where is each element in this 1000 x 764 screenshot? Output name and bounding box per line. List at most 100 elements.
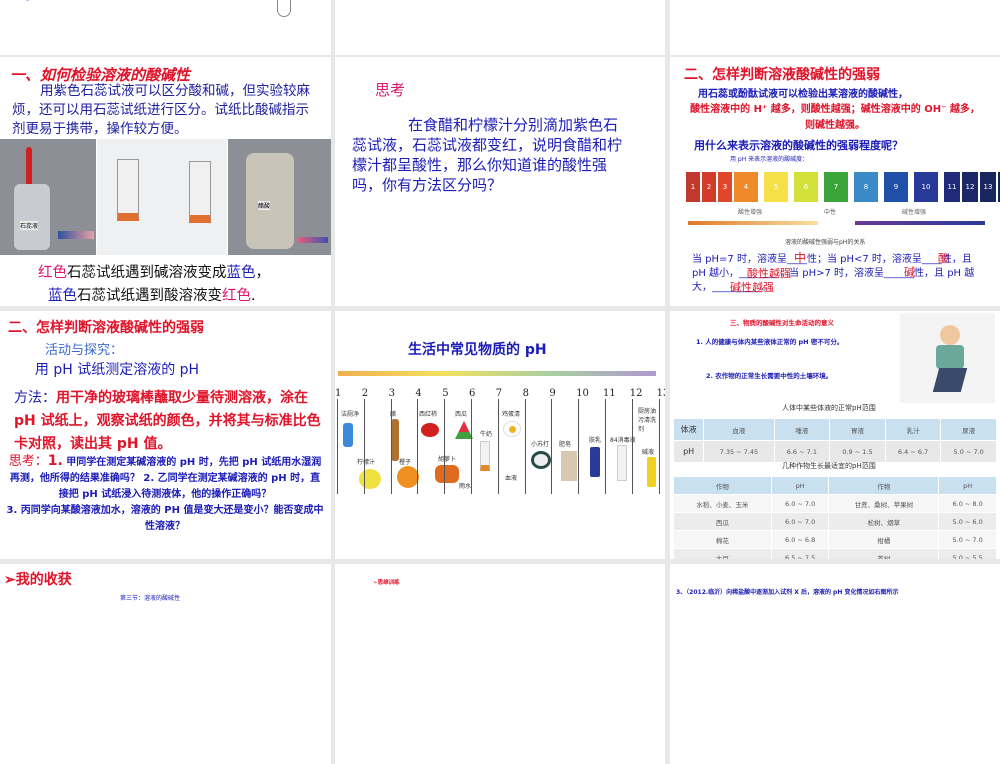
scale-tick-label: 4 [415,388,422,399]
scale-tick-line [337,399,338,494]
item-label: 厨房油污清洗剂 [638,408,657,433]
slide-thumbnail-1[interactable]: 0 [0,0,331,55]
table-cell: 尿液 [940,418,997,441]
slide-ph-life-significance[interactable]: 三、物质的酸碱性对生命活动的意义 1. 人的健康与体内某些液体正常的 pH 密不… [670,311,1000,559]
slide-title: 生活中常见物质的 pH [408,342,547,358]
table-row: 棉花 6.0 ~ 6.8 柑橘 5.0 ~ 7.0 [673,530,997,549]
table-header-row: 作物 pH 作物 pH [673,476,997,495]
item-label: 胡萝卜 [438,456,457,463]
table-cell: 体液 [672,418,705,441]
point-1: 1. 人的健康与体内某些液体正常的 pH 密不可分。 [696,338,844,346]
table-cell: 甘蔗、桑树、苹果树 [828,494,940,513]
slide-common-ph[interactable]: 生活中常见物质的 pH 洁厕净 醋 西红柿 西瓜 鸡蛋清 厨房油污清洗剂 牛奶 … [335,311,665,559]
body-fluid-ph-table: 体液 血液 唾液 胃液 乳汁 尿液 pH 7.35 ~ 7.45 6.6 ~ 7.1 0.9 ~… [672,418,997,463]
ph-color-box: 9 [884,172,908,202]
photo-label: 醋酸 [258,201,271,210]
table-cell: 胃液 [829,418,886,441]
table-cell: 作物 [673,476,772,495]
table-header-row: 体液 血液 唾液 胃液 乳汁 尿液 [672,418,997,441]
table-cell: 6.0 ~ 8.0 [938,494,997,513]
answer: 碱性越强 [730,281,774,294]
soap-icon [561,451,577,481]
scale-tick-line [658,399,660,494]
ph-color-box: 6 [794,172,818,202]
scale-tick-label: 9 [549,388,556,399]
ph-color-box: 11 [944,172,960,202]
scale-tick-line [578,399,580,494]
slide-thinking[interactable]: 思考 在食醋和柠檬汁分别滴加紫色石蕊试液，石蕊试液都变红，说明食醋和柠檬汁都呈酸… [335,57,665,306]
item-label: 鸡蛋清 [502,411,521,418]
lye-bottle-icon [647,457,656,487]
table-cell: 棉花 [673,530,772,549]
ph-color-box: 5 [764,172,788,202]
table-row: 西瓜 6.0 ~ 7.0 松树、烟草 5.0 ~ 6.0 [673,512,997,531]
table-cell: 茶树 [828,548,940,559]
slide-line: 用石蕊或酚酞试液可以检验出某溶液的酸碱性， [698,89,908,100]
slide-my-gains[interactable]: ➢我的收获 第三节：溶液的酸碱性 [0,564,331,764]
vinegar-bottle-icon [391,419,399,461]
acid-label: 酸性增强 [738,209,763,216]
table2-caption: 几种作物生长最适宜的pH范围 [782,462,876,470]
table-cell: 西瓜 [673,512,772,531]
slide-litmus-test[interactable]: 一、如何检验溶液的酸碱性 用紫色石蕊试液可以区分酸和碱，但实验较麻烦，还可以用石… [0,57,331,306]
figure-caption: 溶液的酸碱性强弱与pH的关系 [785,239,866,246]
ph-color-box: 10 [914,172,938,202]
table-cell: 5.0 ~ 5.5 [938,548,997,559]
scale-tick-line [631,399,633,494]
slide-thumbnail-2[interactable] [335,0,665,55]
slide-body: 用紫色石蕊试液可以区分酸和碱，但实验较麻烦，还可以用石蕊试纸进行区分。试纸比酸碱… [12,83,310,137]
table-cell: 0.9 ~ 1.5 [829,440,886,463]
slide-title: 二、怎样判断溶液酸碱性的强弱 [8,320,204,336]
think-questions: 思考：1. 甲同学在测定某碱溶液的 pH 时，先把 pH 试纸用水湿润再测，他所… [6,453,324,532]
answer: 酸 [938,252,949,265]
cleaner-bottle-icon [343,423,353,447]
task-text: 用 pH 试纸测定溶液的 pH [34,362,200,378]
table-cell: 柑橘 [828,530,940,549]
slide-body: 在食醋和柠檬汁分别滴加紫色石蕊试液，石蕊试液都变红，说明食醋和柠檬汁都呈酸性，那… [352,116,623,194]
item-label: 碱液 [642,449,655,456]
table-cell: 唾液 [773,418,831,441]
scale-tick-label: 7 [495,388,503,399]
lotion-bottle-icon [590,447,600,477]
answer: 中 [794,251,807,265]
slide-ph-strength[interactable]: 二、怎样判断溶液酸碱性的强弱 用石蕊或酚酞试液可以检验出某溶液的酸碱性， 酸性溶… [670,57,1000,306]
photo-label: 石蕊液 [20,221,39,230]
disinfectant-bottle-icon [617,445,627,481]
scale-tick-label: 2 [361,388,369,399]
table-cell: pH [770,476,830,495]
slide-thinking-training[interactable]: ➢思维训练 [335,564,665,764]
table-cell: pH [938,476,997,495]
ph-color-box: 1 [686,172,700,202]
table-row: 水稻、小麦、玉米 6.0 ~ 7.0 甘蔗、桑树、苹果树 6.0 ~ 8.0 [673,494,997,513]
table-cell: 水稻、小麦、玉米 [673,494,772,513]
scale-tick-label: 1 [335,388,342,399]
exercise-text: 3、（2012.临沂）向稀盐酸中逐渐加入试剂 X 后，溶液的 pH 变化情况如右… [676,589,899,596]
slide-title: 二、怎样判断溶液酸碱性的强弱 [684,67,880,83]
table-cell: 松树、烟草 [828,512,940,531]
item-label: 牛奶 [480,431,493,438]
slide-title: 三、物质的酸碱性对生命活动的意义 [730,319,834,327]
table-cell: 6.6 ~ 7.1 [773,440,831,463]
slide-title: ➢思维训练 [373,580,400,586]
item-label: 柠檬汁 [357,459,376,466]
slide-title: ➢我的收获 [4,572,72,588]
slide-ph-paper-activity[interactable]: 二、怎样判断溶液酸碱性的强弱 活动与探究： 用 pH 试纸测定溶液的 pH 方法… [0,311,331,559]
activity-label: 活动与探究： [45,343,124,358]
table-cell: 6.5 ~ 7.5 [770,548,830,559]
scale-tick-label: 3 [388,388,395,399]
slide-exercise[interactable]: 3、（2012.临沂）向稀盐酸中逐渐加入试剂 X 后，溶液的 pH 变化情况如右… [670,564,1000,764]
litmus-paper-photo [97,139,227,255]
item-label: 雨水 [459,483,472,490]
ph-color-box: 2 [702,172,716,202]
scale-tick-line [497,399,499,494]
slide-line: 酸性溶液中的 H⁺ 越多，则酸性越强；碱性溶液中的 OH⁻ 越多，则碱性越强。 [690,104,980,131]
vinegar-bottle-photo: 醋酸 [228,139,331,255]
table-cell: 作物 [828,476,940,495]
item-label: 橙子 [399,459,412,466]
slide-thumbnail-3[interactable] [670,0,1000,55]
litmus-bottle-photo: 石蕊液 [0,139,96,255]
scale-tick-label: 13 [656,388,665,399]
scale-tick-line [417,399,419,494]
litmus-result-line-1: 红色石蕊试纸遇到碱溶液变成蓝色， [38,265,270,281]
item-label: 血液 [505,475,518,482]
